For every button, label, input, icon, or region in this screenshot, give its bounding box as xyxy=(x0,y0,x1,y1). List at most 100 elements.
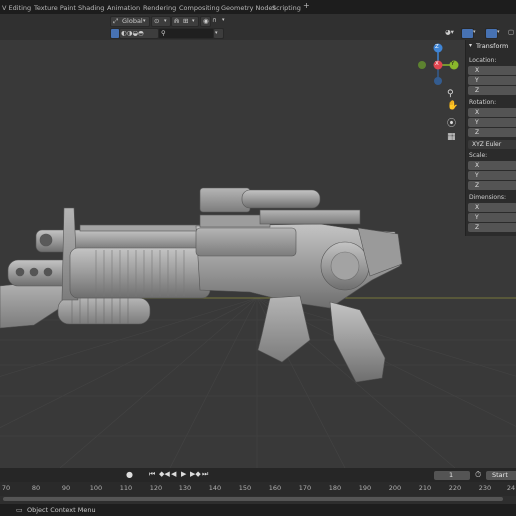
chevron-down-icon: ▾ xyxy=(215,30,218,36)
prev-keyframe-icon[interactable]: ◆◀ xyxy=(159,470,170,478)
proportional-icon: ◉ xyxy=(203,17,209,25)
frame-tick: 80 xyxy=(31,484,41,492)
camera-icon: ◐◑◒◓ xyxy=(121,29,144,37)
dimensions-z-field[interactable]: Z xyxy=(468,223,516,232)
transform-panel: ▾ Transform Location: X Y Z Rotation: X … xyxy=(465,40,516,236)
chevron-down-icon[interactable]: ▾ xyxy=(222,16,225,25)
scale-y-field[interactable]: Y xyxy=(468,171,516,180)
3d-viewport[interactable]: Z X Y ⚲ ✋ ⦿ ▦ xyxy=(0,40,516,468)
play-icon[interactable]: ▶ xyxy=(181,470,186,478)
frame-tick: 70 xyxy=(1,484,11,492)
keyframe-record-icon[interactable]: ● xyxy=(126,470,133,479)
falloff-icon[interactable]: ∩ xyxy=(212,16,217,25)
rotation-label: Rotation: xyxy=(469,99,497,106)
current-frame-field[interactable]: 1 xyxy=(434,471,470,480)
snap-dropdown[interactable]: ⋒ ⊞ ▾ xyxy=(171,16,199,27)
location-y-field[interactable]: Y xyxy=(468,76,516,85)
search-icon: ⚲ xyxy=(161,29,166,37)
gizmo-x-label: X xyxy=(435,61,439,67)
visibility-icon[interactable]: ◕▾ xyxy=(445,28,454,37)
frame-tick: 24 xyxy=(506,484,516,492)
orientation-label: Global xyxy=(122,17,143,25)
tab-texture-paint[interactable]: Texture Paint xyxy=(32,2,78,14)
perspective-grid-icon[interactable]: ▦ xyxy=(447,132,456,142)
scale-z-field[interactable]: Z xyxy=(468,181,516,190)
next-keyframe-icon[interactable]: ▶◆ xyxy=(190,470,201,478)
chevron-down-icon: ▾ xyxy=(143,18,146,24)
location-x-field[interactable]: X xyxy=(468,66,516,75)
frame-tick: 120 xyxy=(149,484,163,492)
filter-dropdown[interactable]: ▾ xyxy=(213,28,224,39)
panel-title[interactable]: Transform xyxy=(476,42,508,50)
tab-rendering[interactable]: Rendering xyxy=(141,2,178,14)
snap-target-icon: ⊞ xyxy=(183,17,189,25)
frame-tick: 90 xyxy=(61,484,71,492)
frame-tick: 160 xyxy=(268,484,282,492)
play-reverse-icon[interactable]: ◀ xyxy=(171,470,176,478)
frame-tick: 190 xyxy=(358,484,372,492)
jump-start-icon[interactable]: ⏮ xyxy=(149,470,155,479)
gizmo-neg-y xyxy=(418,61,426,69)
chevron-down-icon[interactable]: ▾ xyxy=(473,28,476,37)
timeline-scrollbar[interactable] xyxy=(3,497,503,501)
frame-tick: 150 xyxy=(238,484,252,492)
add-workspace-button[interactable]: + xyxy=(303,1,310,10)
location-label: Location: xyxy=(469,57,497,64)
frame-tick: 210 xyxy=(418,484,432,492)
rotation-mode-dropdown[interactable]: XYZ Euler xyxy=(468,140,516,149)
tab-uv-editing[interactable]: V Editing xyxy=(0,2,33,14)
scale-x-field[interactable]: X xyxy=(468,161,516,170)
rotation-x-field[interactable]: X xyxy=(468,108,516,117)
magnet-icon: ⋒ xyxy=(174,17,180,25)
viewport-header: ⤢ Global ▾ ⊙ ▾ ⋒ ⊞ ▾ ◉ ∩ ▾ ◐◑◒◓ ⚲ ▾ ◕▾ ▾… xyxy=(0,14,516,40)
frame-tick: 140 xyxy=(208,484,222,492)
gizmo-y-label: Y xyxy=(451,61,455,67)
chevron-down-icon[interactable]: ▾ xyxy=(497,28,500,37)
dimensions-label: Dimensions: xyxy=(469,194,507,201)
workspace-tabs: V Editing Texture Paint Shading Animatio… xyxy=(0,0,516,14)
mouse-right-icon: ▭ xyxy=(16,506,23,514)
dimensions-x-field[interactable]: X xyxy=(468,203,516,212)
pan-hand-icon[interactable]: ✋ xyxy=(447,101,458,111)
frame-tick: 170 xyxy=(298,484,312,492)
frame-tick: 220 xyxy=(448,484,462,492)
tab-compositing[interactable]: Compositing xyxy=(177,2,222,14)
gizmo-neg-z xyxy=(434,77,442,85)
frame-tick: 180 xyxy=(328,484,342,492)
scale-label: Scale: xyxy=(469,152,488,159)
location-z-field[interactable]: Z xyxy=(468,86,516,95)
xray-icon[interactable]: ▢ xyxy=(508,28,514,37)
tab-animation[interactable]: Animation xyxy=(105,2,142,14)
frame-tick: 200 xyxy=(388,484,402,492)
search-input[interactable]: ⚲ xyxy=(158,28,214,39)
zoom-icon[interactable]: ⚲ xyxy=(447,89,454,99)
tab-scripting[interactable]: Scripting xyxy=(270,2,303,14)
dimensions-y-field[interactable]: Y xyxy=(468,213,516,222)
proportional-edit-button[interactable]: ◉ xyxy=(200,16,211,27)
frame-tick: 230 xyxy=(478,484,492,492)
frame-tick: 110 xyxy=(119,484,133,492)
frame-tick: 130 xyxy=(178,484,192,492)
status-bar: ▭ Object Context Menu xyxy=(0,504,516,516)
jump-end-icon[interactable]: ⏭ xyxy=(202,470,208,479)
chevron-down-icon: ▾ xyxy=(192,18,195,24)
timeline-header: ● ⏮ ◆◀ ◀ ▶ ▶◆ ⏭ 1 ⏱ Start xyxy=(0,468,516,482)
chevron-down-icon: ▾ xyxy=(164,18,167,24)
pivot-dropdown[interactable]: ⊙ ▾ xyxy=(151,16,171,27)
status-text: Object Context Menu xyxy=(27,506,96,514)
camera-view-icon[interactable]: ⦿ xyxy=(447,116,456,129)
frame-tick: 100 xyxy=(89,484,103,492)
orientation-dropdown[interactable]: ⤢ Global ▾ xyxy=(110,16,150,27)
visibility-filter-icons[interactable]: ◐◑◒◓ xyxy=(119,28,159,39)
rifle-model xyxy=(0,187,403,383)
frame-ruler[interactable]: 70 80 90 100 110 120 130 140 150 160 170… xyxy=(0,482,516,496)
tab-shading[interactable]: Shading xyxy=(76,2,106,14)
panel-collapse-icon[interactable]: ▾ xyxy=(469,42,472,49)
rotation-z-field[interactable]: Z xyxy=(468,128,516,137)
rotation-y-field[interactable]: Y xyxy=(468,118,516,127)
start-frame-field[interactable]: Start xyxy=(486,471,516,480)
navigation-gizmo[interactable]: Z X Y ⚲ ✋ ⦿ ▦ xyxy=(416,40,464,145)
stopwatch-icon[interactable]: ⏱ xyxy=(475,470,481,480)
orientation-icon: ⤢ xyxy=(113,17,119,25)
tab-geometry-nodes[interactable]: Geometry Nodes xyxy=(219,2,278,14)
